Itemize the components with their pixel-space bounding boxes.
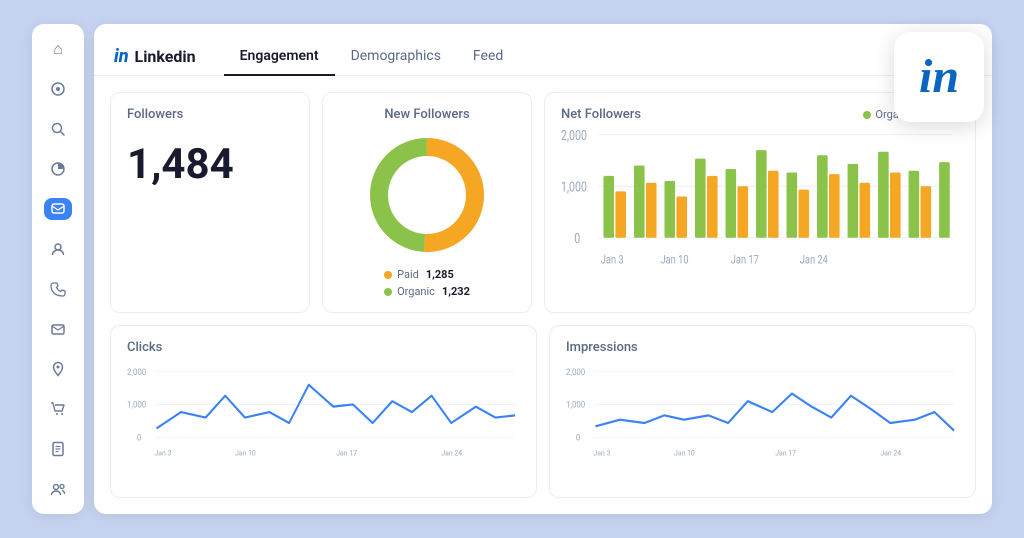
new-followers-card: New Followers (322, 92, 532, 313)
top-row: Followers 1,484 New Followers (110, 92, 976, 313)
followers-title: Followers (127, 107, 293, 122)
linkedin-badge-icon: in (919, 53, 959, 101)
svg-text:1,000: 1,000 (127, 400, 147, 411)
tab-demographics[interactable]: Demographics (335, 38, 457, 76)
tab-feed[interactable]: Feed (457, 38, 519, 76)
impressions-chart: 2,000 1,000 0 Jan 3 Jan 10 Jan 17 Jan 24 (566, 363, 959, 483)
svg-text:Jan 17: Jan 17 (775, 448, 796, 457)
impressions-card: Impressions 2,000 1,000 0 Jan 3 (549, 325, 976, 498)
net-followers-title: Net Followers (561, 107, 641, 122)
bottom-row: Clicks 2,000 1,000 0 Jan 3 (110, 325, 976, 498)
bar-chart-svg: 2,000 1,000 0 (561, 126, 959, 298)
svg-text:Jan 3: Jan 3 (594, 448, 611, 457)
impressions-title: Impressions (566, 340, 959, 355)
location-icon[interactable] (44, 358, 72, 380)
search-icon[interactable] (44, 118, 72, 140)
paid-dot (384, 271, 392, 279)
svg-text:Jan 24: Jan 24 (800, 252, 828, 267)
svg-text:2,000: 2,000 (566, 368, 586, 379)
new-followers-title: New Followers (384, 107, 469, 122)
svg-text:0: 0 (137, 433, 142, 444)
phone-icon[interactable] (44, 278, 72, 300)
tabs: Engagement Demographics Feed (224, 38, 520, 75)
profile-icon[interactable] (44, 238, 72, 260)
svg-text:Jan 17: Jan 17 (336, 448, 357, 457)
logo-area: in Linkedin (114, 46, 196, 67)
tab-engagement[interactable]: Engagement (224, 38, 335, 76)
paid-value: 1,285 (426, 268, 454, 281)
organic-value: 1,232 (442, 285, 470, 298)
users-icon[interactable] (44, 478, 72, 500)
app-name: Linkedin (135, 47, 196, 66)
sidebar: ⌂ (32, 24, 84, 514)
organic-legend-item: Organic 1,232 (384, 285, 470, 298)
linkedin-logo-icon: in (114, 46, 129, 67)
svg-text:0: 0 (576, 433, 581, 444)
linkedin-badge: in (894, 32, 984, 122)
organic-label: Organic (397, 285, 435, 298)
svg-text:0: 0 (574, 231, 580, 247)
svg-text:1,000: 1,000 (566, 400, 586, 411)
header: in Linkedin Engagement Demographics Feed (94, 24, 992, 76)
main-panel: in Linkedin Engagement Demographics Feed… (94, 24, 992, 514)
cart-icon[interactable] (44, 398, 72, 420)
donut-chart (362, 130, 492, 260)
svg-text:2,000: 2,000 (561, 127, 587, 143)
clicks-title: Clicks (127, 340, 520, 355)
svg-text:Jan 10: Jan 10 (674, 448, 695, 457)
svg-text:Jan 3: Jan 3 (601, 252, 624, 267)
followers-value: 1,484 (127, 140, 293, 189)
paid-label: Paid (397, 268, 419, 281)
clicks-chart: 2,000 1,000 0 Jan 3 Jan 10 Jan 17 Jan 24 (127, 363, 520, 483)
content-area: Followers 1,484 New Followers (94, 76, 992, 514)
message-icon[interactable] (44, 198, 72, 220)
svg-text:Jan 10: Jan 10 (661, 252, 689, 267)
bar-chart-container: 2,000 1,000 0 (561, 126, 959, 298)
svg-text:2,000: 2,000 (127, 368, 147, 379)
organic-dot (384, 288, 392, 296)
net-followers-card: Net Followers Organic Paid (544, 92, 976, 313)
svg-text:Jan 24: Jan 24 (441, 448, 462, 457)
pie-icon[interactable] (44, 158, 72, 180)
donut-legend: Paid 1,285 Organic 1,232 (384, 268, 470, 298)
document-icon[interactable] (44, 438, 72, 460)
home-icon[interactable]: ⌂ (44, 38, 72, 60)
svg-text:Jan 3: Jan 3 (155, 448, 172, 457)
chart-icon[interactable] (44, 78, 72, 100)
svg-text:Jan 24: Jan 24 (880, 448, 901, 457)
clicks-card: Clicks 2,000 1,000 0 Jan 3 (110, 325, 537, 498)
svg-text:Jan 10: Jan 10 (235, 448, 256, 457)
organic-legend-dot (863, 111, 871, 119)
paid-legend-item: Paid 1,285 (384, 268, 470, 281)
followers-card: Followers 1,484 (110, 92, 310, 313)
svg-text:Jan 17: Jan 17 (731, 252, 759, 267)
svg-text:1,000: 1,000 (561, 179, 587, 195)
mail-icon[interactable] (44, 318, 72, 340)
